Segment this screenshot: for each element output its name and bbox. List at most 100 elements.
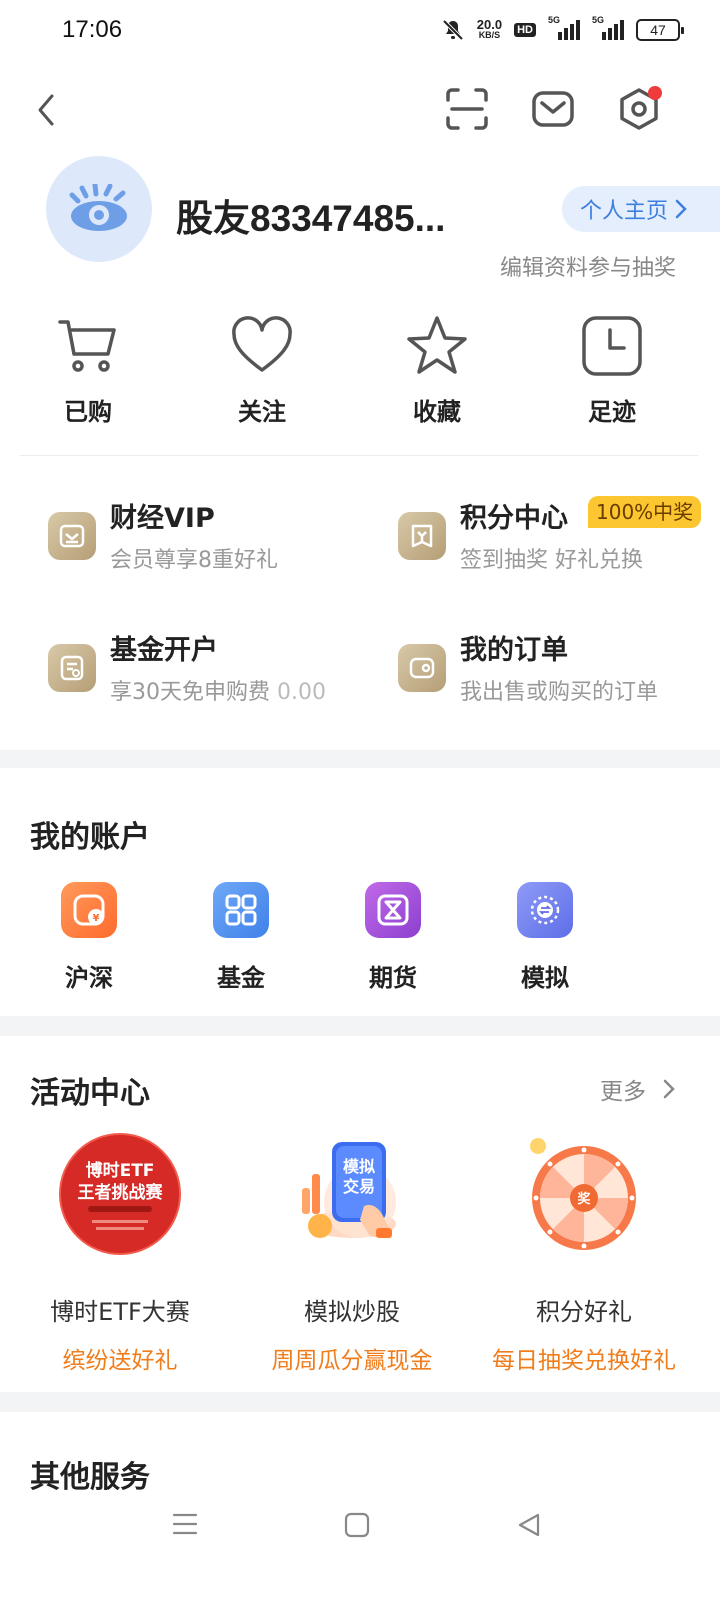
activity-title: 博时ETF大赛	[50, 1298, 190, 1326]
chevron-right-icon	[675, 199, 687, 219]
clock-icon	[582, 316, 642, 376]
settings-button[interactable]	[616, 86, 662, 132]
status-time: 17:06	[62, 16, 123, 43]
sim-image-text-1: 模拟	[343, 1157, 375, 1176]
svg-text:¥: ¥	[93, 913, 100, 924]
quick-label: 已购	[64, 398, 112, 426]
personal-home-button[interactable]: 个人主页	[562, 186, 720, 232]
feature-title: 财经VIP	[110, 503, 215, 534]
back-triangle-icon[interactable]	[516, 1512, 542, 1538]
section-title: 我的账户	[30, 820, 150, 855]
account-label: 沪深	[65, 964, 113, 992]
etf-contest-image: 博时ETF 王者挑战赛	[58, 1132, 182, 1256]
personal-home-label: 个人主页	[580, 199, 669, 224]
status-icons: 20.0 KB/S HD 5G 5G 47	[441, 15, 684, 42]
battery-icon: 47	[636, 19, 684, 41]
feature-title: 积分中心	[460, 503, 568, 534]
account-futures[interactable]: 期货	[348, 882, 438, 993]
back-icon[interactable]	[30, 90, 64, 130]
quick-label: 足迹	[588, 398, 636, 426]
edit-profile-tip[interactable]: 编辑资料参与抽奖	[500, 250, 676, 282]
activity-etf-contest[interactable]: 博时ETF 王者挑战赛 博时ETF大赛 缤纷送好礼	[0, 1132, 240, 1375]
etf-image-text-2: 王者挑战赛	[78, 1182, 164, 1203]
sim-image-text-2: 交易	[343, 1177, 375, 1196]
chevron-right-icon	[663, 1079, 675, 1099]
hd-icon: HD	[514, 23, 536, 37]
fee-value: 0.00	[277, 680, 326, 705]
feature-subtitle: 会员尊享8重好礼	[110, 548, 278, 573]
points-icon	[398, 512, 446, 560]
feature-points[interactable]: 积分中心 100%中奖 签到抽奖 好礼兑换	[398, 496, 718, 586]
signal-icon: 5G	[548, 15, 580, 40]
signal-label-2: 5G	[592, 15, 605, 25]
feature-subtitle-text: 享30天免申购费	[110, 680, 270, 705]
section-title: 其他服务	[30, 1460, 150, 1492]
username: 股友83347485...	[176, 198, 446, 239]
mute-icon	[442, 19, 464, 41]
fund-doc-icon	[48, 644, 96, 692]
system-nav-bar	[0, 1490, 720, 1612]
fund-icon	[213, 882, 269, 938]
account-fund[interactable]: 基金	[196, 882, 286, 993]
quick-label: 关注	[238, 398, 286, 426]
feature-fund-account[interactable]: 基金开户 享30天免申购费 0.00	[48, 628, 368, 718]
activity-title: 模拟炒股	[304, 1298, 400, 1326]
section-title: 活动中心	[30, 1076, 150, 1111]
activity-subtitle: 周周瓜分赢现金	[271, 1348, 433, 1374]
feature-title: 我的订单	[460, 635, 568, 666]
heart-icon	[232, 316, 292, 372]
account-label: 基金	[217, 964, 265, 992]
quick-favorites[interactable]: 收藏	[377, 314, 497, 427]
profile-card: 股友83347485... 个人主页 编辑资料参与抽奖 已购 关注 收藏 足迹 …	[0, 64, 720, 750]
activity-center-card: 活动中心 更多 博时ETF 王者挑战赛 博时ETF大赛 缤纷送好礼 模拟 交易 …	[0, 1036, 720, 1392]
feature-vip[interactable]: 财经VIP 会员尊享8重好礼	[48, 496, 368, 586]
account-simulate[interactable]: 模拟	[500, 882, 590, 993]
avatar[interactable]	[46, 156, 152, 262]
feature-subtitle: 我出售或购买的订单	[460, 680, 659, 705]
net-speed: 20.0 KB/S	[476, 17, 503, 40]
net-speed-value: 20.0	[476, 17, 503, 32]
feature-subtitle: 享30天免申购费 0.00	[110, 674, 326, 706]
net-speed-unit: KB/S	[478, 30, 501, 40]
other-services-card: 其他服务	[0, 1412, 720, 1492]
wallet-icon	[398, 644, 446, 692]
divider	[20, 455, 698, 456]
more-label: 更多	[600, 1079, 646, 1105]
signal-label-1: 5G	[548, 15, 561, 25]
points-wheel-image: 奖	[522, 1132, 646, 1256]
account-label: 期货	[369, 964, 417, 992]
feature-subtitle: 签到抽奖 好礼兑换	[460, 548, 643, 573]
etf-image-text-1: 博时ETF	[86, 1160, 155, 1181]
activity-simulated-trading[interactable]: 模拟 交易 模拟炒股 周周瓜分赢现金	[232, 1132, 472, 1375]
signal-icon-2: 5G	[592, 15, 624, 40]
simulate-icon	[517, 882, 573, 938]
battery-level: 47	[650, 22, 666, 38]
menu-icon[interactable]	[172, 1512, 198, 1536]
eye-logo-icon	[69, 184, 127, 231]
quick-history[interactable]: 足迹	[552, 314, 672, 427]
notification-dot	[648, 86, 662, 100]
wheel-image-text: 奖	[577, 1191, 591, 1207]
feature-my-orders[interactable]: 我的订单 我出售或购买的订单	[398, 628, 718, 718]
account-hushen[interactable]: ¥ 沪深	[44, 882, 134, 993]
scan-icon[interactable]	[444, 86, 490, 132]
activity-points-gifts[interactable]: 奖 积分好礼 每日抽奖兑换好礼	[464, 1132, 704, 1375]
my-accounts-card: 我的账户 ¥ 沪深 基金 期货 模拟	[0, 768, 720, 1016]
vip-icon	[48, 512, 96, 560]
quick-label: 收藏	[413, 398, 461, 426]
quick-purchased[interactable]: 已购	[28, 314, 148, 427]
mail-icon[interactable]	[530, 86, 576, 132]
cart-icon	[58, 320, 116, 372]
more-link[interactable]: 更多	[600, 1072, 676, 1106]
win-rate-badge: 100%中奖	[588, 496, 702, 528]
star-icon	[407, 316, 467, 374]
simulated-trading-image: 模拟 交易	[290, 1132, 414, 1256]
stock-icon: ¥	[61, 882, 117, 938]
activity-title: 积分好礼	[536, 1298, 632, 1326]
status-bar: 17:06 20.0 KB/S HD 5G 5G 47	[0, 0, 720, 64]
quick-follow[interactable]: 关注	[202, 314, 322, 427]
home-square-icon[interactable]	[344, 1512, 370, 1538]
account-label: 模拟	[521, 964, 569, 992]
feature-title: 基金开户	[110, 635, 218, 666]
quick-actions: 已购 关注 收藏 足迹	[0, 314, 720, 454]
